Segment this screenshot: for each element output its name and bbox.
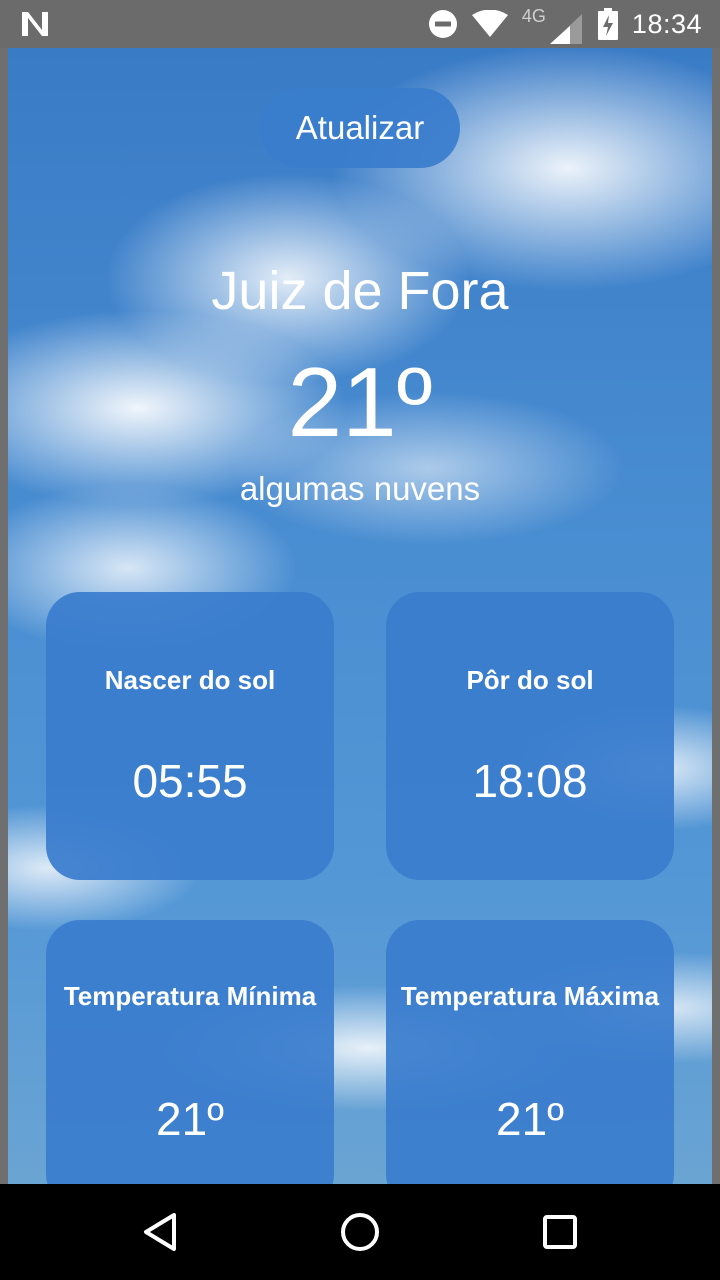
home-icon[interactable] [338,1210,382,1254]
city-name: Juiz de Fora [211,261,509,321]
do-not-disturb-icon [428,10,457,38]
current-temperature: 21º [287,347,433,457]
max-temp-value: 21º [496,1093,564,1145]
max-temp-title: Temperatura Máxima [400,981,660,1011]
navigation-bar [0,1184,720,1280]
back-icon[interactable] [140,1210,184,1254]
sunset-time: 18:08 [472,755,588,807]
sunrise-title: Nascer do sol [104,665,276,695]
signal-indicator: 4G [522,4,584,44]
signal-icon [549,14,582,44]
sunset-card: Pôr do sol 18:08 [386,592,674,880]
sunrise-card: Nascer do sol 05:55 [46,592,334,880]
min-temp-title: Temperatura Mínima [63,981,317,1011]
network-type-label: 4G [521,6,546,26]
battery-charging-icon [597,8,618,40]
wifi-icon [471,10,508,37]
sunrise-time: 05:55 [132,755,248,807]
max-temp-card: Temperatura Máxima 21º [386,920,674,1184]
status-bar: 4G 18:34 [0,0,720,48]
weather-screen: Atualizar Juiz de Fora 21º algumas nuven… [8,48,712,1184]
weather-condition: algumas nuvens [239,470,481,507]
status-clock: 18:34 [631,8,702,39]
n-logo-icon [22,12,48,36]
recents-icon[interactable] [538,1210,582,1254]
refresh-button[interactable]: Atualizar [260,88,460,168]
sunset-title: Pôr do sol [466,665,594,695]
min-temp-card: Temperatura Mínima 21º [46,920,334,1184]
min-temp-value: 21º [156,1093,224,1145]
